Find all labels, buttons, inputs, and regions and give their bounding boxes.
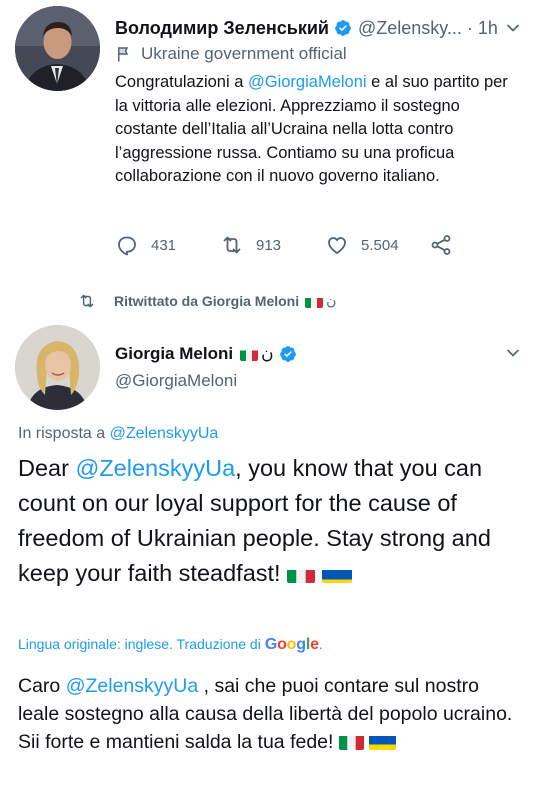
in-reply-to: In risposta a @ZelenskyyUa [18, 425, 218, 443]
translated-text-start: Caro [18, 675, 66, 697]
avatar-zelensky[interactable] [15, 6, 100, 91]
original-language-text: Lingua originale: inglese. Traduzione di [18, 636, 261, 652]
flag-icon [118, 47, 129, 62]
reply-count: 431 [151, 236, 177, 254]
tweet2-text: Dear @ZelenskyyUa, you know that you can… [18, 451, 523, 591]
more-icon[interactable] [503, 343, 523, 363]
nun-symbol: ن [326, 293, 337, 309]
translation-attribution[interactable]: Lingua originale: inglese. Traduzione di… [18, 636, 323, 654]
nun-symbol: ن [261, 344, 274, 364]
retweet-icon [223, 236, 241, 254]
google-logo: Google [264, 636, 319, 653]
verified-badge-icon [279, 346, 296, 362]
mention-link[interactable]: @ZelenskyyUa [66, 675, 199, 697]
mention-link[interactable]: @GiorgiaMeloni [248, 73, 367, 91]
more-icon[interactable] [503, 18, 523, 38]
avatar-meloni[interactable] [15, 325, 100, 410]
display-name[interactable]: Володимир Зеленський [115, 18, 329, 39]
like-button[interactable]: 5.504 [325, 228, 399, 262]
like-count: 5.504 [361, 236, 399, 254]
reply-handle-link[interactable]: @ZelenskyyUa [110, 425, 219, 442]
italy-flag-icon [240, 348, 259, 361]
retweeted-by-text: Ritwittato da Giorgia Meloni [114, 293, 300, 309]
display-name[interactable]: Giorgia Meloni [115, 344, 233, 364]
retweeted-by-label[interactable]: Ritwittato da Giorgia Meloni ن [78, 290, 339, 312]
share-icon [431, 235, 451, 255]
retweet-button[interactable]: 913 [220, 228, 281, 262]
reply-button[interactable]: 431 [115, 228, 176, 262]
share-button[interactable] [429, 228, 465, 262]
government-label[interactable]: Ukraine government official [115, 42, 347, 66]
tweet-actions: 431 913 5.504 [115, 228, 475, 262]
heart-icon [328, 237, 346, 254]
government-label-text: Ukraine government official [141, 44, 347, 63]
tweet-text-start: Congratulazioni a [115, 73, 248, 91]
italy-flag-icon [305, 295, 324, 308]
tweet-header: Володимир Зеленський @Zelensky... · 1h [115, 13, 525, 43]
tweet2-header: Giorgia Meloni ن [115, 342, 303, 366]
ukraine-flag-icon [321, 564, 352, 583]
reply-icon [118, 236, 136, 256]
reply-prefix: In risposta a [18, 425, 110, 442]
italy-flag-icon [287, 564, 316, 583]
handle[interactable]: @GiorgiaMeloni [115, 371, 237, 391]
tweet-text: Congratulazioni a @GiorgiaMeloni e al su… [115, 71, 525, 189]
tweet2-text-start: Dear [18, 455, 76, 481]
tweet-zelensky[interactable]: Володимир Зеленський @Zelensky... · 1h U… [0, 0, 537, 290]
retweet-icon [80, 294, 94, 308]
verified-badge-icon [335, 20, 351, 36]
ukraine-flag-icon [369, 733, 397, 750]
mention-link[interactable]: @ZelenskyyUa [75, 455, 235, 481]
retweet-count: 913 [256, 236, 282, 254]
attribution-period: . [318, 636, 323, 652]
translated-text: Caro @ZelenskyyUa , sai che puoi contare… [18, 672, 523, 756]
timestamp[interactable]: 1h [478, 18, 498, 39]
handle[interactable]: @Zelensky... [358, 18, 462, 39]
italy-flag-icon [338, 733, 364, 750]
separator-dot: · [466, 17, 473, 38]
